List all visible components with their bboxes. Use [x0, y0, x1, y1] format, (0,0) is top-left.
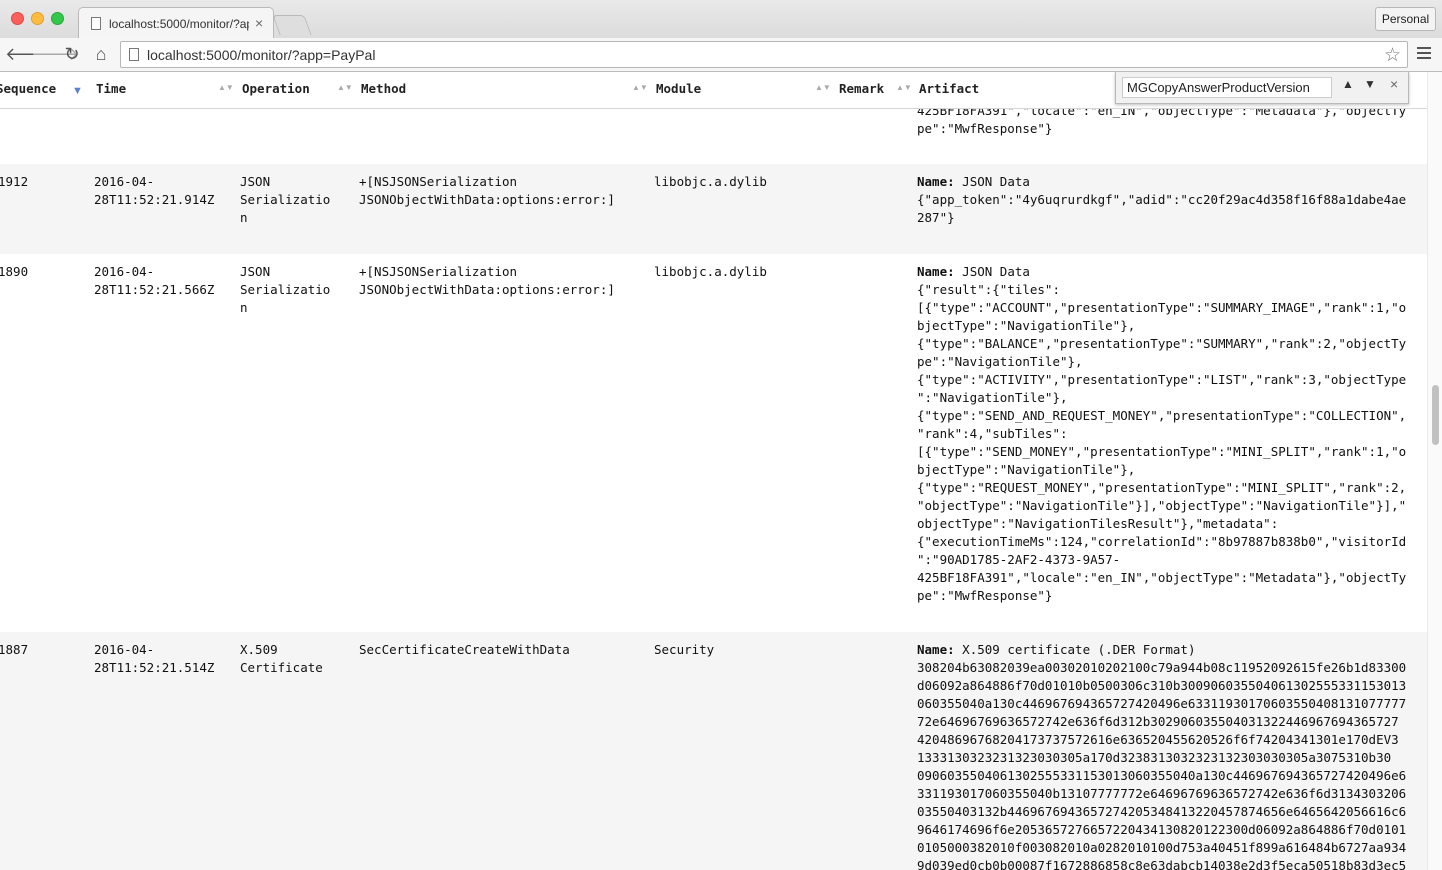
find-next-icon[interactable]: ▼: [1364, 77, 1376, 91]
sort-icon[interactable]: ▲▼: [632, 84, 648, 92]
header-method[interactable]: Method: [361, 81, 406, 96]
sequence-cell: 1912: [0, 174, 29, 189]
module-cell: Security: [654, 642, 715, 657]
method-cell: +[NSJSONSerialization JSONObjectWithData…: [359, 174, 615, 207]
close-window-button[interactable]: [11, 12, 24, 25]
tab-title: localhost:5000/monitor/?ap: [109, 17, 249, 31]
operation-cell: X.509 Certificate: [240, 642, 323, 675]
artifact-name-label: Name:: [917, 174, 955, 189]
vertical-scrollbar[interactable]: [1427, 72, 1442, 870]
method-cell: SecCertificateCreateWithData: [359, 642, 570, 657]
page-icon: [91, 17, 101, 30]
browser-tab[interactable]: localhost:5000/monitor/?ap ×: [78, 7, 274, 38]
time-cell: 2016-04- 28T11:52:21.566Z: [94, 264, 215, 297]
forward-arrow-icon[interactable]: 🡒: [31, 42, 79, 66]
artifact-name: X.509 certificate (.DER Format): [962, 642, 1196, 657]
find-close-icon[interactable]: ×: [1390, 76, 1398, 92]
artifact-name: JSON Data: [962, 174, 1030, 189]
artifact-name-label: Name:: [917, 642, 955, 657]
page-icon: [129, 48, 139, 61]
find-bar: ▲ ▼ ×: [1115, 72, 1409, 104]
operation-cell: JSON Serializatio n: [240, 264, 331, 315]
header-time[interactable]: Time: [96, 81, 126, 96]
sort-icon[interactable]: ▲▼: [815, 84, 831, 92]
home-icon[interactable]: ⌂: [89, 42, 113, 66]
minimize-window-button[interactable]: [31, 12, 44, 25]
profile-button[interactable]: Personal: [1375, 7, 1436, 31]
reload-icon[interactable]: ↻: [60, 42, 84, 66]
sequence-cell: 1890: [0, 264, 29, 279]
table-row: 1887 2016-04- 28T11:52:21.514Z X.509 Cer…: [0, 632, 1427, 870]
sort-desc-icon[interactable]: ▼: [72, 86, 83, 97]
header-sequence[interactable]: Sequence: [0, 81, 56, 96]
sort-icon[interactable]: ▲▼: [896, 84, 912, 92]
artifact-body: {"app_token":"4y6uqrurdkgf","adid":"cc20…: [917, 192, 1407, 225]
artifact-cell: Name: JSON Data {"app_token":"4y6uqrurdk…: [917, 173, 1406, 227]
artifact-cell: Name: X.509 certificate (.DER Format) 30…: [917, 641, 1406, 870]
sort-icon[interactable]: ▲▼: [218, 84, 234, 92]
artifact-body: 308204b63082039ea00302010202100c79a944b0…: [917, 660, 1407, 870]
new-tab-button[interactable]: [272, 15, 312, 35]
find-input[interactable]: [1122, 77, 1332, 98]
bookmark-star-icon[interactable]: ☆: [1384, 44, 1401, 67]
maximize-window-button[interactable]: [51, 12, 64, 25]
artifact-cell: Name: JSON Data {"result":{"tiles": [{"t…: [917, 263, 1406, 605]
method-cell: +[NSJSONSerialization JSONObjectWithData…: [359, 264, 615, 297]
page-content: 425BF18FA391","locale":"en_IN","objectTy…: [0, 72, 1442, 870]
artifact-body: {"result":{"tiles": [{"type":"ACCOUNT","…: [917, 282, 1407, 603]
header-operation[interactable]: Operation: [242, 81, 310, 96]
sort-icon[interactable]: ▲▼: [337, 84, 353, 92]
scrollbar-thumb[interactable]: [1432, 385, 1439, 445]
find-previous-icon[interactable]: ▲: [1342, 77, 1354, 91]
hamburger-menu-icon[interactable]: [1417, 47, 1431, 61]
address-bar[interactable]: localhost:5000/monitor/?app=PayPal ☆: [120, 41, 1408, 68]
time-cell: 2016-04- 28T11:52:21.914Z: [94, 174, 215, 207]
browser-titlebar: localhost:5000/monitor/?ap × Personal: [0, 0, 1442, 38]
module-cell: libobjc.a.dylib: [654, 264, 767, 279]
table-row: 1912 2016-04- 28T11:52:21.914Z JSON Seri…: [0, 164, 1427, 254]
url-text[interactable]: localhost:5000/monitor/?app=PayPal: [147, 47, 375, 63]
header-module[interactable]: Module: [656, 81, 701, 96]
table-row: 1890 2016-04- 28T11:52:21.566Z JSON Seri…: [0, 254, 1427, 632]
sequence-cell: 1887: [0, 642, 29, 657]
header-remark[interactable]: Remark: [839, 81, 884, 96]
tab-close-icon[interactable]: ×: [255, 15, 263, 31]
header-artifact[interactable]: Artifact: [919, 81, 979, 96]
back-arrow-icon[interactable]: 🡐: [5, 42, 53, 66]
artifact-name: JSON Data: [962, 264, 1030, 279]
module-cell: libobjc.a.dylib: [654, 174, 767, 189]
operation-cell: JSON Serializatio n: [240, 174, 331, 225]
browser-toolbar: 🡐 🡒 ↻ ⌂ localhost:5000/monitor/?app=PayP…: [0, 38, 1442, 72]
artifact-name-label: Name:: [917, 264, 955, 279]
time-cell: 2016-04- 28T11:52:21.514Z: [94, 642, 215, 675]
